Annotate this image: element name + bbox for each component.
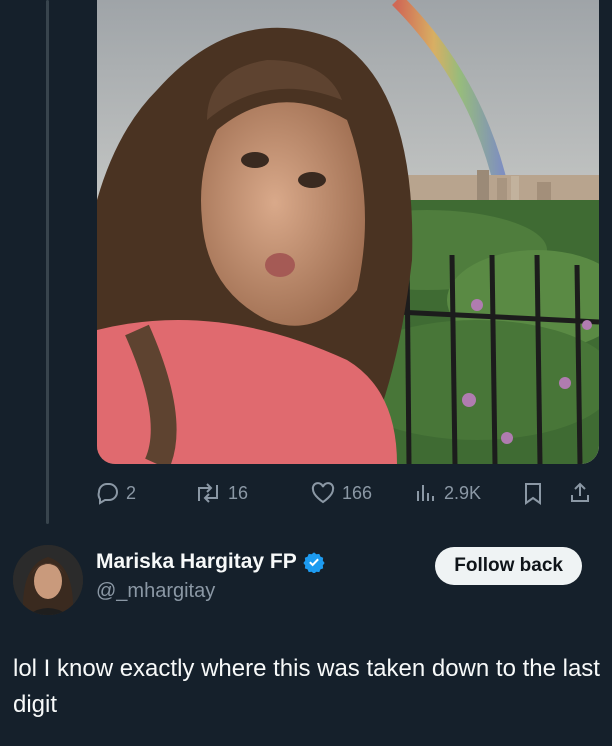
avatar-image [13,545,83,615]
bookmark-action[interactable] [522,476,544,510]
reply-icon [97,483,118,505]
repost-count: 16 [228,482,249,503]
author-handle[interactable]: @_mhargitay [96,580,325,603]
tweet-photo[interactable] [97,0,599,464]
verified-badge-icon [303,552,325,573]
views-action[interactable]: 2.9K [414,476,481,510]
bookmark-icon [525,483,541,505]
reply-action[interactable]: 2 [96,476,136,510]
tweet-action-bar: 2 16 166 2.9K [96,476,596,510]
share-action[interactable] [568,476,592,510]
author-name[interactable]: Mariska Hargitay FP [96,550,297,574]
avatar[interactable] [13,545,83,615]
like-count: 166 [342,482,373,503]
heart-icon [311,482,335,504]
repost-icon [198,483,218,503]
photo-illustration [97,0,599,464]
repost-action[interactable]: 16 [194,476,248,510]
thread-connector-line [46,0,49,524]
follow-back-button[interactable]: Follow back [435,547,582,585]
reply-author[interactable]: Mariska Hargitay FP @_mhargitay [96,550,325,603]
view-count: 2.9K [444,482,482,503]
reply-text: lol I know exactly where this was taken … [13,655,600,718]
views-chart-icon [417,485,434,501]
share-icon [571,482,589,502]
like-action[interactable]: 166 [310,476,372,510]
reply-count: 2 [126,482,137,503]
